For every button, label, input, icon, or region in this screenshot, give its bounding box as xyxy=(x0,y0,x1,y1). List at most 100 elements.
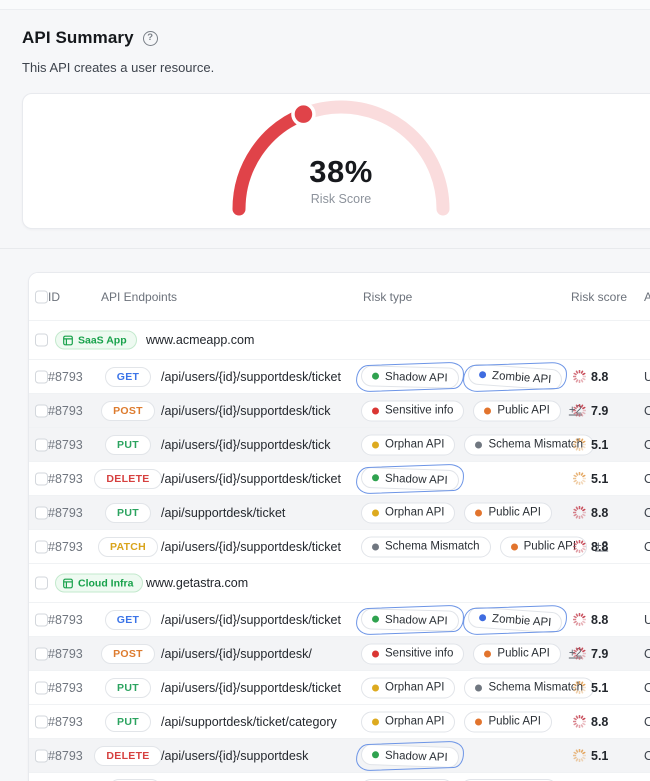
risk-type-cell: Schema Mismatch Public API +2 xyxy=(361,536,608,557)
risk-score-text: 5.1 xyxy=(591,749,608,763)
page-title-text: API Summary xyxy=(22,28,134,48)
risk-type-label: Zombie API xyxy=(491,612,551,628)
api-endpoint-row[interactable]: #8793 POST /api/users/{id}/supportdesk/t… xyxy=(29,394,650,428)
risk-type-cell: Orphan API Schema Mismatch xyxy=(361,677,594,698)
auth-cell: O xyxy=(644,506,650,520)
api-endpoint-row[interactable]: #8793 PUT /api/supportdesk/ticket/catego… xyxy=(29,705,650,739)
row-checkbox[interactable] xyxy=(35,540,48,553)
method-cell: PUT xyxy=(97,712,159,732)
col-header-endpoints: API Endpoints xyxy=(101,290,177,304)
risk-type-label: Orphan API xyxy=(385,439,444,451)
api-endpoint-row[interactable]: #8793 PUT /api/supportdesk/ticket Orphan… xyxy=(29,496,650,530)
row-checkbox[interactable] xyxy=(35,681,48,694)
risk-type-badge: Public API xyxy=(473,643,560,664)
row-checkbox[interactable] xyxy=(35,404,48,417)
method-cell: POST xyxy=(97,401,159,421)
endpoint-path: /api/users/{id}/supportdesk/ticket xyxy=(161,681,341,695)
method-cell: PATCH xyxy=(97,537,159,557)
col-header-risk-score: Risk score xyxy=(571,290,627,304)
risk-type-label: Sensitive info xyxy=(385,405,453,417)
risk-spinner-icon xyxy=(573,438,586,451)
api-endpoint-row[interactable]: #8793 DELETE /api/users/{id}/supportdesk… xyxy=(29,739,650,773)
risk-score-text: 8.8 xyxy=(591,506,608,520)
api-endpoint-row[interactable]: #8793 GET /api/users/{id}/supportdesk/ti… xyxy=(29,603,650,637)
risk-type-label: Public API xyxy=(524,541,576,553)
api-endpoint-row[interactable]: #8793 GET /api/users/{id}/supportdesk/ti… xyxy=(29,360,650,394)
risk-type-label: Public API xyxy=(488,507,540,519)
api-endpoint-row[interactable]: #8793 DELETE /api/users/{id}/supportdesk… xyxy=(29,462,650,496)
risk-type-cell: Sensitive info Public API +2 xyxy=(361,643,582,664)
risk-dot-icon xyxy=(475,684,482,691)
risk-type-label: Shadow API xyxy=(385,613,448,627)
method-cell: GET xyxy=(97,610,159,630)
method-cell: PUT xyxy=(97,503,159,523)
http-method-badge: PUT xyxy=(105,712,151,732)
risk-type-cell: Shadow API xyxy=(361,745,459,766)
risk-dot-icon xyxy=(372,650,379,657)
sketch-annotation: Zombie API xyxy=(468,609,562,630)
api-endpoint-row[interactable]: #8793 PUT /api/users/{id}/supportdesk/ti… xyxy=(29,671,650,705)
auth-cell: O xyxy=(644,749,650,763)
risk-type-badge: Orphan API xyxy=(361,711,455,732)
endpoint-path: /api/users/{id}/supportdesk xyxy=(161,749,308,763)
row-checkbox[interactable] xyxy=(35,438,48,451)
method-cell: PUT xyxy=(97,435,159,455)
risk-score-cell: 8.8 xyxy=(573,506,608,520)
risk-type-cell: Sensitive info Public API +2 xyxy=(361,400,582,421)
api-endpoint-row[interactable]: #8793 PUT /api/users/{id}/supportdesk/ti… xyxy=(29,428,650,462)
help-icon[interactable]: ? xyxy=(143,31,158,46)
endpoint-path: /api/users/{id}/supportdesk/ticket xyxy=(161,613,341,627)
auth-cell: U xyxy=(644,613,650,627)
auth-cell: U xyxy=(644,370,650,384)
risk-type-label: Orphan API xyxy=(385,682,444,694)
api-endpoint-row[interactable]: #8793 POST /api/users/{id}/supportdesk/ … xyxy=(29,637,650,671)
group-header-row[interactable]: SaaS App www.acmeapp.com xyxy=(29,321,650,360)
risk-type-label: Sensitive info xyxy=(385,648,453,660)
risk-type-label: Public API xyxy=(497,648,549,660)
row-checkbox[interactable] xyxy=(35,472,48,485)
row-checkbox[interactable] xyxy=(35,613,48,626)
risk-spinner-icon xyxy=(573,681,586,694)
risk-dot-icon xyxy=(372,543,379,550)
risk-score-text: 8.8 xyxy=(591,715,608,729)
risk-score-text: 5.1 xyxy=(591,472,608,486)
group-checkbox[interactable] xyxy=(35,577,48,590)
row-checkbox[interactable] xyxy=(35,506,48,519)
row-checkbox[interactable] xyxy=(35,715,48,728)
group-domain: www.getastra.com xyxy=(146,576,248,590)
risk-dot-icon xyxy=(372,407,379,414)
risk-type-badge: Zombie API xyxy=(467,363,563,391)
row-checkbox[interactable] xyxy=(35,647,48,660)
risk-type-label: Schema Mismatch xyxy=(488,439,583,451)
endpoint-id: #8793 xyxy=(48,647,83,661)
group-tag-badge: SaaS App xyxy=(55,331,137,350)
risk-score-cell: 5.1 xyxy=(573,472,608,486)
risk-dot-icon xyxy=(475,441,482,448)
endpoint-id: #8793 xyxy=(48,472,83,486)
risk-score-text: 7.9 xyxy=(591,404,608,418)
col-header-auth: Au xyxy=(644,290,650,304)
section-divider xyxy=(0,248,650,249)
endpoint-id: #8793 xyxy=(48,681,83,695)
row-checkbox[interactable] xyxy=(35,370,48,383)
risk-type-badge: Public API xyxy=(473,400,560,421)
select-all-checkbox[interactable] xyxy=(35,290,48,303)
risk-type-label: Shadow API xyxy=(385,749,448,763)
risk-score-cell: 7.9 xyxy=(573,404,608,418)
api-endpoint-row[interactable]: #8793 PATCH /api/users/{id}/supportdesk/… xyxy=(29,530,650,564)
row-checkbox[interactable] xyxy=(35,749,48,762)
group-header-row[interactable]: Cloud Infra www.getastra.com xyxy=(29,564,650,603)
group-checkbox[interactable] xyxy=(35,334,48,347)
risk-type-badge: Shadow API xyxy=(361,365,459,389)
risk-score-text: 5.1 xyxy=(591,681,608,695)
risk-dot-icon xyxy=(484,407,491,414)
risk-dot-icon xyxy=(484,650,491,657)
group-tag-badge: Cloud Infra xyxy=(55,574,143,593)
page-title: API Summary ? xyxy=(22,28,158,48)
risk-type-cell: Shadow API Zombie API xyxy=(361,366,562,387)
risk-dot-icon xyxy=(372,372,379,379)
risk-type-badge: Public API xyxy=(464,711,551,732)
http-method-badge: POST xyxy=(101,401,155,421)
risk-dot-icon xyxy=(372,615,379,622)
http-method-badge: PATCH xyxy=(98,537,158,557)
